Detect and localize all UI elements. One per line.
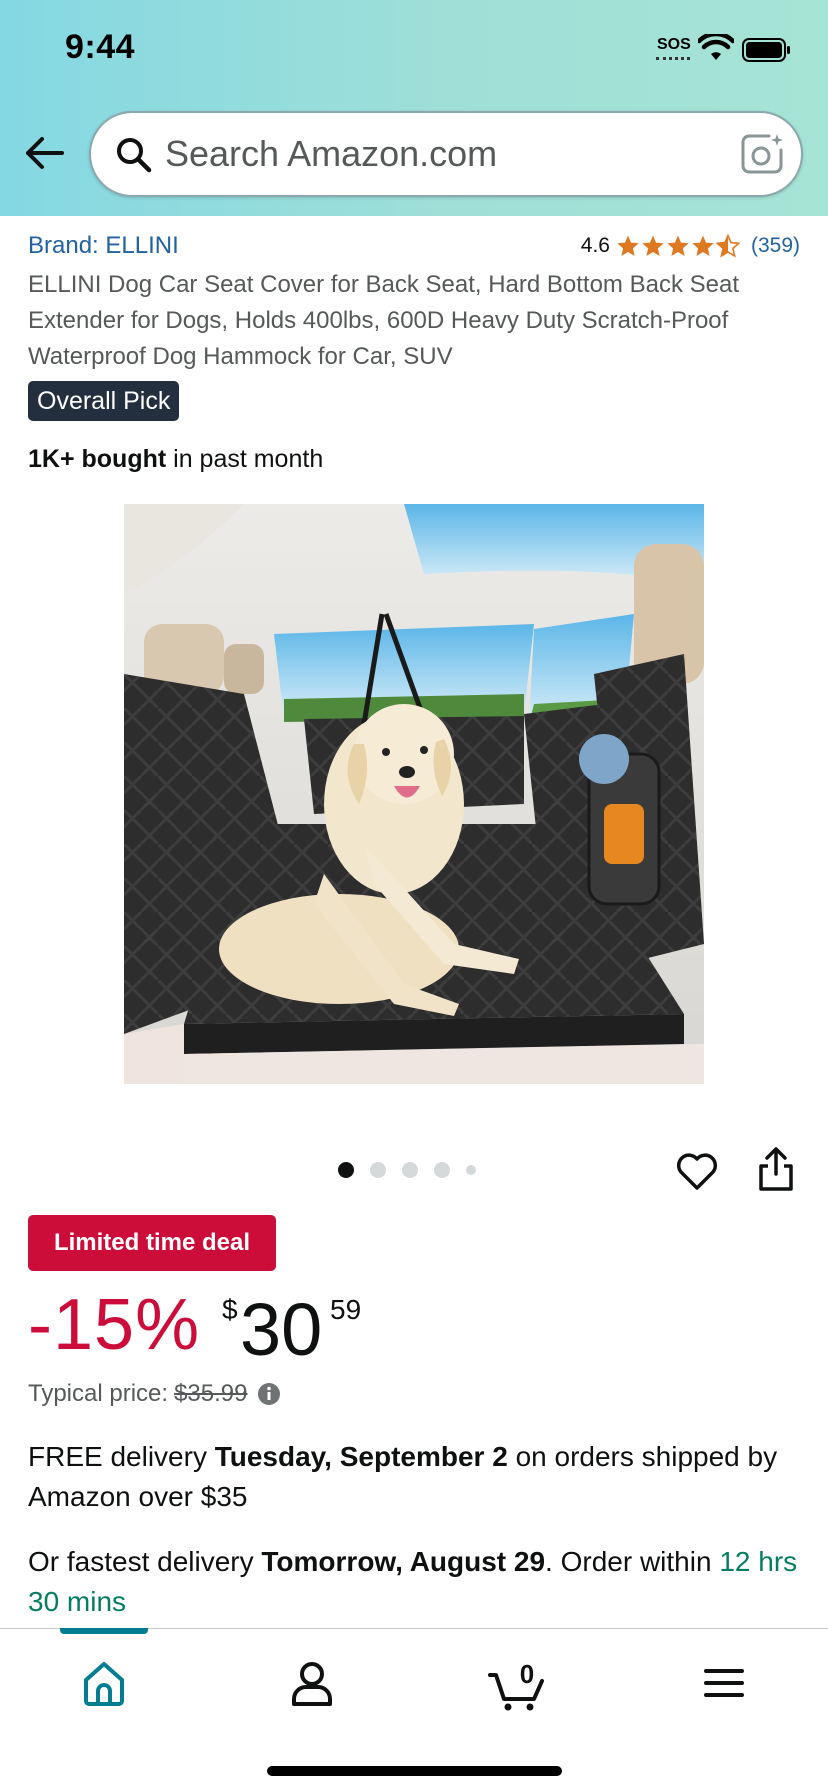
search-bar[interactable] (89, 111, 803, 197)
search-input[interactable] (165, 129, 695, 179)
signal-dots-icon (656, 57, 690, 60)
pager-dot[interactable] (370, 1162, 386, 1178)
fastest-date: Tomorrow, August 29 (261, 1546, 546, 1577)
fastest-suffix: . Order within (545, 1546, 720, 1577)
pager-dot[interactable] (466, 1165, 476, 1175)
rating-summary[interactable]: 4.6 (359) (581, 231, 800, 261)
fastest-prefix: Or fastest delivery (28, 1546, 262, 1577)
brand-link[interactable]: Brand: ELLINI (28, 232, 179, 260)
active-tab-indicator (60, 1628, 148, 1634)
pager-dot[interactable] (402, 1162, 418, 1178)
home-indicator-bar[interactable] (267, 1766, 562, 1776)
limited-time-deal-badge: Limited time deal (28, 1215, 276, 1271)
discount-percent: -15% (28, 1285, 201, 1365)
typical-price: Typical price: $35.99 (28, 1380, 281, 1408)
price-fraction: 59 (330, 1294, 362, 1325)
info-icon[interactable] (257, 1382, 281, 1406)
star-full-icon (692, 235, 714, 256)
typical-price-value: $35.99 (174, 1380, 248, 1407)
delivery-prefix: FREE delivery (28, 1441, 215, 1472)
wifi-icon (698, 34, 734, 60)
tab-menu[interactable] (694, 1653, 754, 1713)
image-pager[interactable] (338, 1162, 476, 1178)
hamburger-menu-icon (704, 1669, 744, 1697)
review-count-link[interactable]: (359) (751, 234, 800, 258)
star-full-icon (667, 235, 689, 256)
fastest-delivery-message: Or fastest delivery Tomorrow, August 29.… (28, 1542, 808, 1622)
delivery-date: Tuesday, September 2 (214, 1441, 508, 1472)
pager-dot[interactable] (434, 1162, 450, 1178)
bought-count: 1K+ bought in past month (28, 445, 323, 474)
battery-icon (742, 38, 790, 62)
star-full-icon (642, 235, 664, 256)
rating-value: 4.6 (580, 234, 610, 257)
pager-dot-active[interactable] (338, 1162, 354, 1178)
share-icon[interactable] (756, 1146, 796, 1192)
star-half-icon (715, 234, 740, 258)
product-photo-illustration (124, 504, 704, 1084)
back-arrow-icon[interactable] (22, 130, 68, 176)
product-image[interactable] (124, 504, 704, 1084)
tab-home[interactable] (74, 1653, 134, 1713)
star-rating (616, 234, 741, 258)
person-icon (292, 1662, 332, 1706)
overall-pick-badge: Overall Pick (28, 381, 180, 421)
top-header: 9:44 SOS (0, 0, 828, 216)
typical-price-label: Typical price: (28, 1380, 169, 1407)
tab-account[interactable] (282, 1653, 342, 1713)
product-title: ELLINI Dog Car Seat Cover for Back Seat,… (28, 271, 739, 370)
bought-count-rest: in past month (166, 445, 324, 473)
price-whole: 30 (240, 1288, 323, 1371)
bought-count-bold: 1K+ bought (28, 445, 167, 473)
cart-count-badge: 0 (519, 1659, 535, 1689)
price-currency: $ (222, 1294, 238, 1325)
tab-cart[interactable]: 0 (486, 1653, 546, 1713)
heart-icon[interactable] (675, 1150, 719, 1192)
home-icon (84, 1662, 124, 1706)
star-full-icon (617, 235, 639, 256)
free-delivery-message: FREE delivery Tuesday, September 2 on or… (28, 1437, 808, 1517)
sos-indicator: SOS (657, 36, 691, 53)
search-icon (117, 138, 152, 173)
status-time: 9:44 (65, 28, 136, 66)
camera-lens-icon[interactable] (739, 131, 785, 177)
